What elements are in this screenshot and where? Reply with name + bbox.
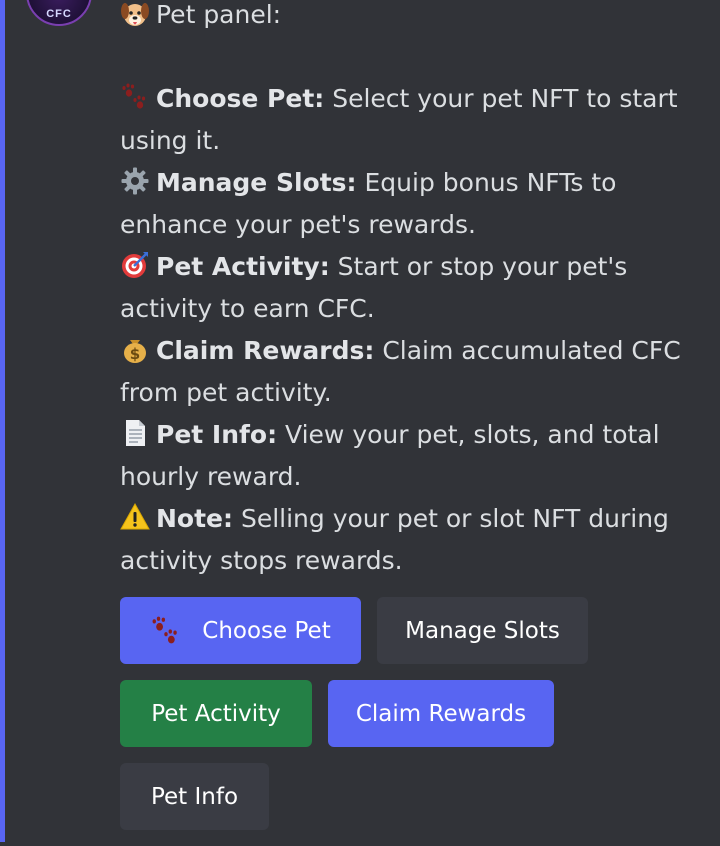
item-title: Note: (156, 504, 234, 533)
money-bag-icon: $ (120, 334, 150, 364)
dog-face-icon (120, 0, 150, 28)
paw-prints-icon (120, 82, 150, 112)
channel-accent-bar (0, 0, 5, 842)
item-note: Note: Selling your pet or slot NFT durin… (120, 498, 710, 582)
gear-icon (120, 166, 150, 196)
item-title: Pet Activity: (156, 252, 330, 281)
svg-text:$: $ (130, 345, 140, 363)
avatar[interactable]: CFC (26, 0, 92, 26)
item-choose-pet: Choose Pet: Select your pet NFT to start… (120, 78, 710, 162)
item-title: Claim Rewards: (156, 336, 375, 365)
pet-activity-button[interactable]: Pet Activity (120, 680, 312, 747)
item-pet-activity: Pet Activity: Start or stop your pet's a… (120, 246, 710, 330)
avatar-text: CFC (46, 8, 72, 20)
button-row: Pet Info (120, 763, 710, 830)
target-icon (120, 250, 150, 280)
item-title: Pet Info: (156, 420, 278, 449)
item-title: Manage Slots: (156, 168, 357, 197)
item-pet-info: Pet Info: View your pet, slots, and tota… (120, 414, 710, 498)
item-claim-rewards: $ Claim Rewards: Claim accumulated CFC f… (120, 330, 710, 414)
manage-slots-label: Manage Slots (405, 617, 560, 644)
pet-activity-label: Pet Activity (151, 700, 281, 727)
warning-icon (120, 502, 150, 532)
item-title: Choose Pet: (156, 84, 325, 113)
document-icon (120, 418, 150, 448)
message-content: Pet panel: Choose Pet: Select your pet N… (120, 0, 710, 582)
message-heading: Pet panel: (120, 0, 710, 36)
claim-rewards-button[interactable]: Claim Rewards (328, 680, 554, 747)
claim-rewards-label: Claim Rewards (355, 700, 527, 727)
heading-text: Pet panel: (156, 0, 282, 29)
choose-pet-button[interactable]: Choose Pet (120, 597, 361, 664)
button-group: Choose Pet Manage Slots Pet Activity Cla… (120, 597, 710, 846)
paw-prints-icon (150, 615, 182, 647)
pet-info-button[interactable]: Pet Info (120, 763, 269, 830)
button-row: Choose Pet Manage Slots (120, 597, 710, 664)
button-row: Pet Activity Claim Rewards (120, 680, 710, 747)
pet-info-label: Pet Info (150, 783, 239, 810)
manage-slots-button[interactable]: Manage Slots (377, 597, 588, 664)
item-manage-slots: Manage Slots: Equip bonus NFTs to enhanc… (120, 162, 710, 246)
choose-pet-label: Choose Pet (202, 617, 331, 644)
